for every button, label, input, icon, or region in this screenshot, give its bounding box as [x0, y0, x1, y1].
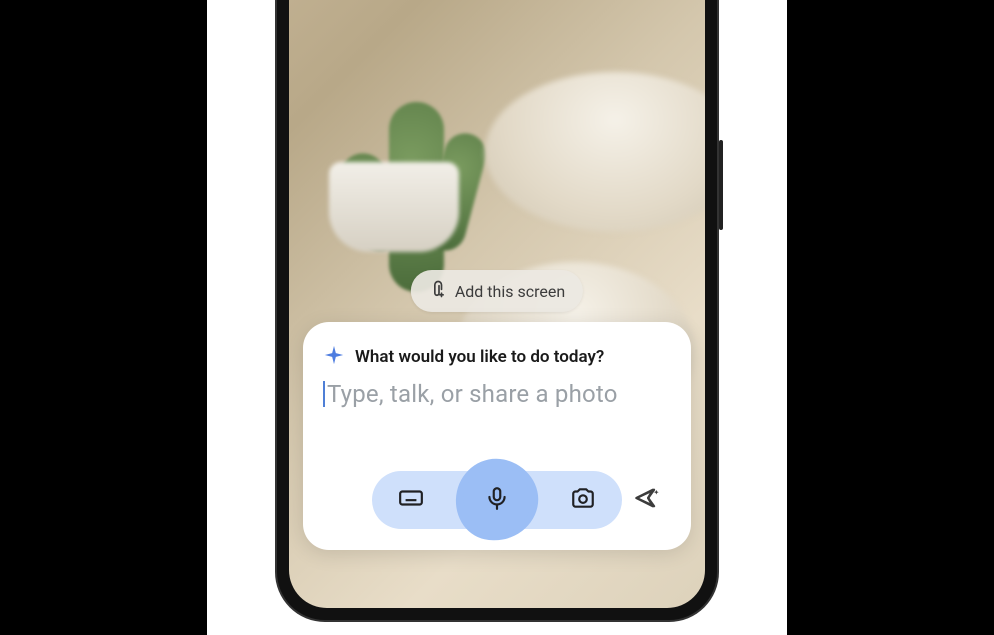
assistant-input[interactable]: Type, talk, or share a photo — [323, 380, 671, 408]
add-screen-label: Add this screen — [455, 282, 565, 301]
keyboard-icon — [398, 485, 424, 515]
wallpaper-pot — [329, 162, 459, 252]
wallpaper-bowl — [485, 72, 705, 232]
camera-button[interactable] — [564, 481, 602, 519]
send-button[interactable] — [627, 480, 667, 520]
microphone-icon — [484, 485, 510, 515]
prompt-text: What would you like to do today? — [355, 347, 604, 367]
phone-frame: Add this screen What would you like to d… — [277, 0, 717, 620]
sparkle-icon — [323, 344, 345, 370]
microphone-button[interactable] — [468, 471, 526, 529]
input-placeholder: Type, talk, or share a photo — [327, 380, 618, 408]
prompt-row: What would you like to do today? — [323, 344, 671, 370]
input-mode-pill — [372, 471, 622, 529]
phone-screen: Add this screen What would you like to d… — [289, 0, 705, 608]
input-controls — [323, 468, 671, 532]
add-screen-chip[interactable]: Add this screen — [411, 270, 583, 312]
camera-icon — [570, 485, 596, 515]
text-cursor — [323, 381, 325, 407]
stage: Add this screen What would you like to d… — [207, 0, 787, 635]
assistant-card: What would you like to do today? Type, t… — [303, 322, 691, 550]
keyboard-button[interactable] — [392, 481, 430, 519]
send-sparkle-icon — [633, 484, 661, 516]
attach-icon — [425, 279, 445, 303]
